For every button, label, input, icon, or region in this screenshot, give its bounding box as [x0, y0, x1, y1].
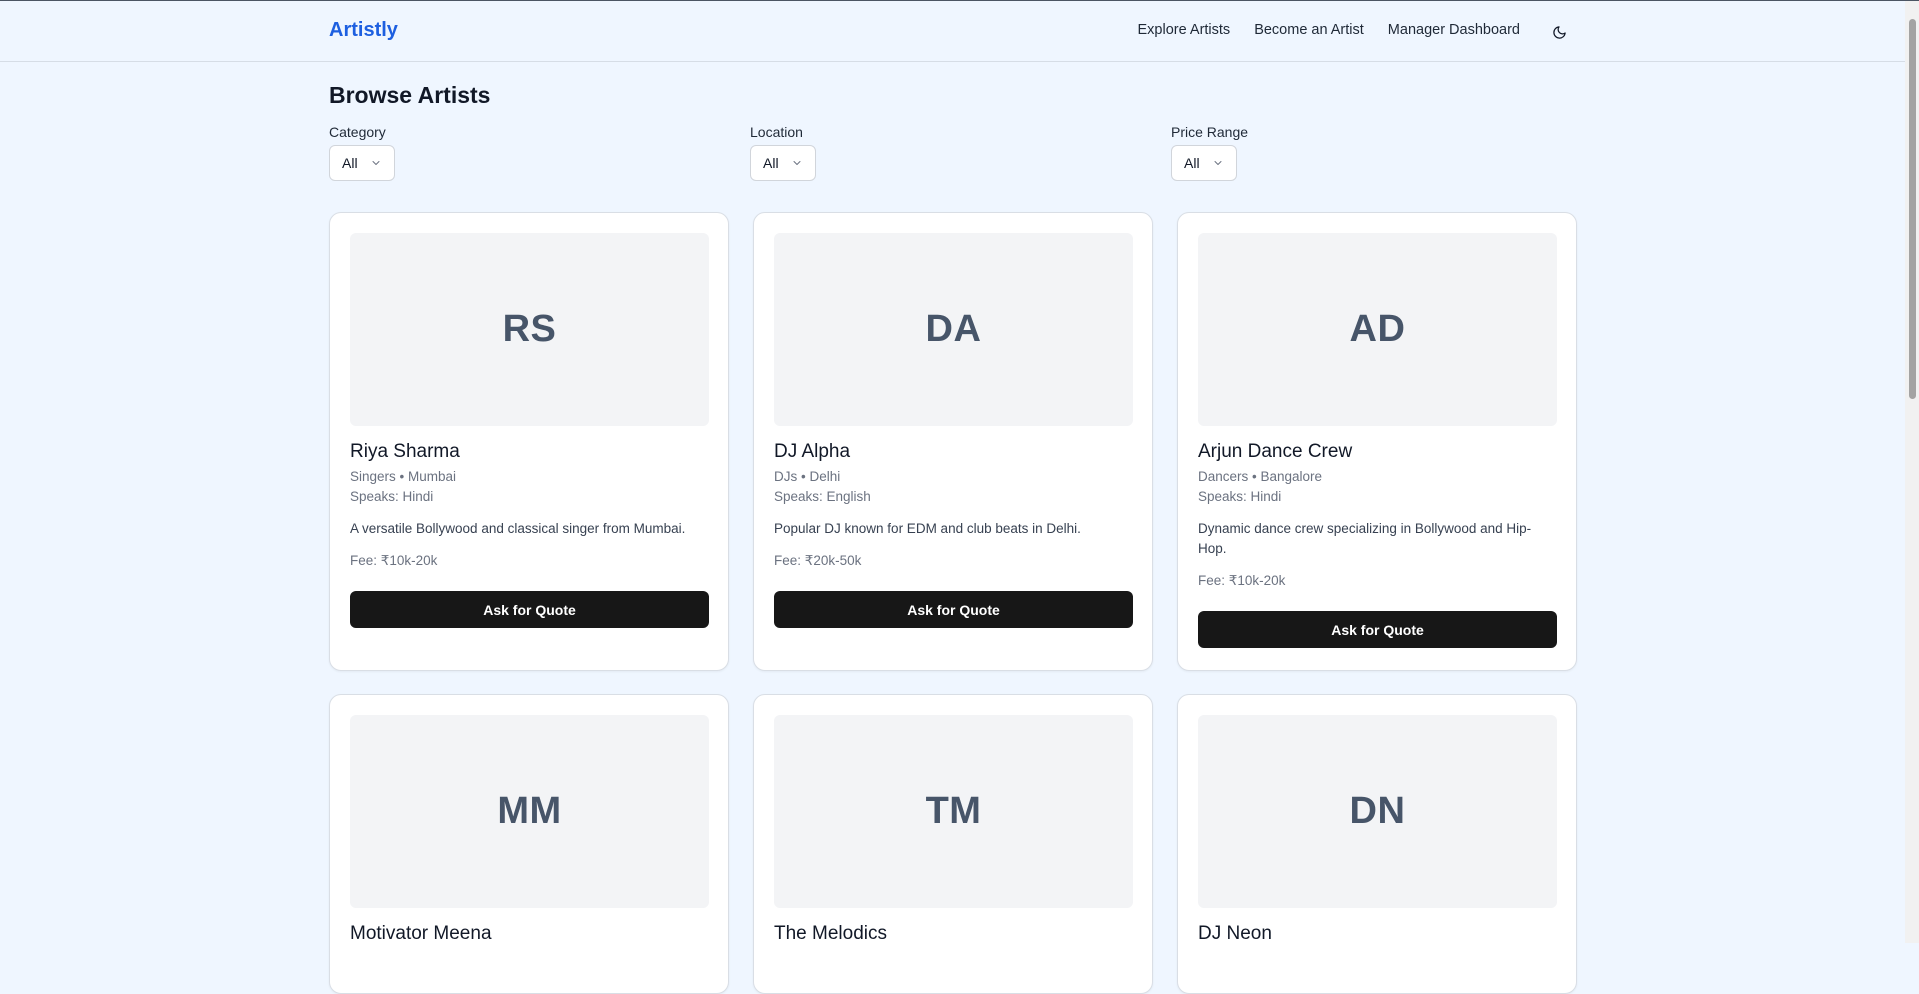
artist-card-body: Arjun Dance Crew Dancers • Bangalore Spe…	[1198, 441, 1557, 648]
artist-name: DJ Neon	[1198, 923, 1272, 944]
avatar-initials: DN	[1349, 790, 1406, 832]
artist-category-location: DJs • Delhi	[774, 469, 841, 484]
scrollbar-thumb[interactable]	[1909, 19, 1916, 399]
price-range-select[interactable]: All	[1171, 145, 1237, 181]
artist-avatar: TM	[774, 715, 1133, 908]
top-header: Artistly Explore Artists Become an Artis…	[0, 1, 1905, 62]
artist-languages: Speaks: Hindi	[1198, 489, 1282, 504]
filter-category-label: Category	[329, 124, 386, 140]
artist-description: Dynamic dance crew specializing in Bolly…	[1198, 521, 1532, 556]
artist-fee: Fee: ₹10k-20k	[1198, 573, 1286, 588]
artist-category-location: Dancers • Bangalore	[1198, 469, 1323, 484]
avatar-initials: MM	[497, 790, 562, 832]
filter-location-label: Location	[750, 124, 803, 140]
nav-become-artist[interactable]: Become an Artist	[1254, 22, 1364, 38]
chevron-down-icon	[791, 157, 803, 169]
artist-languages: Speaks: English	[774, 489, 871, 504]
chevron-down-icon	[370, 157, 382, 169]
filter-category: Category All	[329, 124, 395, 181]
artist-card-body: DJ Alpha DJs • Delhi Speaks: English Pop…	[774, 441, 1133, 628]
category-select[interactable]: All	[329, 145, 395, 181]
moon-icon	[1552, 25, 1566, 39]
filter-price-range-label: Price Range	[1171, 124, 1249, 140]
artist-avatar: MM	[350, 715, 709, 908]
artist-card: AD Arjun Dance Crew Dancers • Bangalore …	[1177, 212, 1577, 671]
page-scrollbar[interactable]	[1905, 1, 1919, 943]
artist-avatar: RS	[350, 233, 709, 426]
category-select-value: All	[342, 155, 358, 171]
artist-avatar: DA	[774, 233, 1133, 426]
ask-for-quote-button[interactable]: Ask for Quote	[774, 591, 1133, 628]
artist-card-body: Motivator Meena	[350, 923, 709, 949]
artist-name: Motivator Meena	[350, 923, 492, 944]
artist-card: RS Riya Sharma Singers • Mumbai Speaks: …	[329, 212, 729, 671]
artist-name: Arjun Dance Crew	[1198, 441, 1353, 462]
artist-card-body: Riya Sharma Singers • Mumbai Speaks: Hin…	[350, 441, 709, 628]
artist-description: A versatile Bollywood and classical sing…	[350, 521, 686, 536]
nav-explore-artists[interactable]: Explore Artists	[1138, 22, 1231, 38]
artist-avatar: AD	[1198, 233, 1557, 426]
artist-category-location: Singers • Mumbai	[350, 469, 457, 484]
chevron-down-icon	[1212, 157, 1224, 169]
page-title: Browse Artists	[329, 82, 491, 108]
avatar-initials: RS	[502, 308, 557, 350]
artist-card: TM The Melodics	[753, 694, 1153, 994]
artist-card-body: DJ Neon	[1198, 923, 1557, 949]
artist-avatar: DN	[1198, 715, 1557, 908]
artist-description: Popular DJ known for EDM and club beats …	[774, 521, 1081, 536]
avatar-initials: TM	[925, 790, 982, 832]
artist-card: DA DJ Alpha DJs • Delhi Speaks: English …	[753, 212, 1153, 671]
artist-name: The Melodics	[774, 923, 887, 944]
artist-name: Riya Sharma	[350, 441, 460, 462]
filter-location: Location All	[750, 124, 816, 181]
artist-name: DJ Alpha	[774, 441, 851, 462]
artist-fee: Fee: ₹20k-50k	[774, 553, 862, 568]
ask-for-quote-button[interactable]: Ask for Quote	[1198, 611, 1557, 648]
location-select-value: All	[763, 155, 779, 171]
artist-fee: Fee: ₹10k-20k	[350, 553, 438, 568]
artist-languages: Speaks: Hindi	[350, 489, 434, 504]
artist-card: MM Motivator Meena	[329, 694, 729, 994]
filter-price-range: Price Range All	[1171, 124, 1248, 181]
theme-toggle-button[interactable]	[1549, 22, 1569, 42]
nav-manager-dashboard[interactable]: Manager Dashboard	[1388, 22, 1520, 38]
artist-card: DN DJ Neon	[1177, 694, 1577, 994]
brand-logo[interactable]: Artistly	[329, 19, 398, 42]
price-range-select-value: All	[1184, 155, 1200, 171]
ask-for-quote-button[interactable]: Ask for Quote	[350, 591, 709, 628]
avatar-initials: DA	[925, 308, 982, 350]
avatar-initials: AD	[1349, 308, 1406, 350]
main-nav: Explore Artists Become an Artist Manager…	[1114, 22, 1520, 38]
artist-card-body: The Melodics	[774, 923, 1133, 949]
location-select[interactable]: All	[750, 145, 816, 181]
